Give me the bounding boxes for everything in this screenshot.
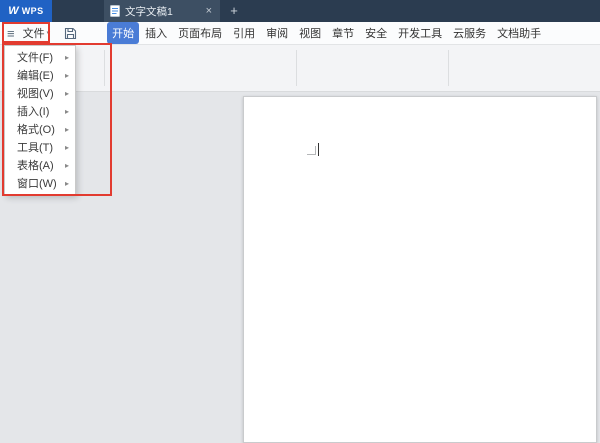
submenu-arrow-icon: ▸ xyxy=(64,52,69,62)
tab-review[interactable]: 审阅 xyxy=(261,22,293,44)
wps-writer-window: W WPS 文字文稿1 × + ≡ 文件 ▾ 开始 插入 页面布局 引用 审阅 … xyxy=(0,0,600,443)
close-tab-icon[interactable]: × xyxy=(204,5,214,17)
menu-item-label: 窗口(W) xyxy=(17,178,57,190)
menubar: ≡ 文件 ▾ 开始 插入 页面布局 引用 审阅 视图 章节 安全 开发工具 云服… xyxy=(0,22,600,45)
wps-home-tab[interactable]: W WPS xyxy=(0,0,52,22)
group-separator xyxy=(448,50,449,86)
ribbon-tab-bar: 开始 插入 页面布局 引用 审阅 视图 章节 安全 开发工具 云服务 文档助手 xyxy=(107,22,546,44)
submenu-arrow-icon: ▸ xyxy=(64,178,69,188)
titlebar: W WPS 文字文稿1 × + xyxy=(0,0,600,22)
tab-view[interactable]: 视图 xyxy=(294,22,326,44)
group-separator xyxy=(104,50,105,86)
submenu-arrow-icon: ▸ xyxy=(64,160,69,170)
submenu-arrow-icon: ▸ xyxy=(64,106,69,116)
text-cursor xyxy=(318,143,319,156)
menu-item-view[interactable]: 视图(V) ▸ xyxy=(5,84,75,102)
save-icon xyxy=(65,27,77,39)
group-separator xyxy=(296,50,297,86)
wps-logo-icon: W xyxy=(8,4,19,17)
tab-cloud-service[interactable]: 云服务 xyxy=(448,22,491,44)
tab-home[interactable]: 开始 xyxy=(107,22,140,44)
menu-item-label: 视图(V) xyxy=(17,88,54,100)
file-menu-button[interactable]: 文件 ▾ xyxy=(23,25,51,41)
menu-item-label: 插入(I) xyxy=(17,106,50,118)
submenu-arrow-icon: ▸ xyxy=(64,70,69,80)
file-menu-label: 文件 xyxy=(22,28,45,40)
hamburger-menu-icon[interactable]: ≡ xyxy=(7,27,15,40)
menu-item-label: 格式(O) xyxy=(17,124,55,136)
menu-item-edit[interactable]: 编辑(E) ▸ xyxy=(5,66,75,84)
document-tab-title: 文字文稿1 xyxy=(125,5,173,18)
submenu-arrow-icon: ▸ xyxy=(64,124,69,134)
tab-section[interactable]: 章节 xyxy=(327,22,359,44)
document-page[interactable] xyxy=(243,96,597,443)
tab-references[interactable]: 引用 xyxy=(228,22,260,44)
save-button[interactable] xyxy=(64,27,77,40)
submenu-arrow-icon: ▸ xyxy=(64,88,69,98)
tab-doc-assistant[interactable]: 文档助手 xyxy=(492,22,546,44)
menu-item-label: 文件(F) xyxy=(17,52,54,64)
new-tab-button[interactable]: + xyxy=(226,3,242,19)
menu-item-tools[interactable]: 工具(T) ▸ xyxy=(5,138,75,156)
file-dropdown-menu: 文件(F) ▸ 编辑(E) ▸ 视图(V) ▸ 插入(I) ▸ 格式(O) ▸ … xyxy=(4,45,76,195)
document-tab[interactable]: 文字文稿1 × xyxy=(104,0,220,22)
margin-corner-mark xyxy=(307,146,316,155)
menu-item-table[interactable]: 表格(A) ▸ xyxy=(5,156,75,174)
menu-item-label: 编辑(E) xyxy=(17,70,54,82)
submenu-arrow-icon: ▸ xyxy=(64,142,69,152)
ribbon: 格式刷 宋体 (正文) ▾ 五号 ▾ A+ A- A× B I U ▾ A x²… xyxy=(0,45,600,134)
chevron-down-icon: ▾ xyxy=(46,30,51,37)
tab-page-layout[interactable]: 页面布局 xyxy=(173,22,227,44)
menu-item-format[interactable]: 格式(O) ▸ xyxy=(5,120,75,138)
tab-security[interactable]: 安全 xyxy=(360,22,392,44)
wps-app-name: WPS xyxy=(21,5,44,16)
document-area xyxy=(0,92,600,443)
tab-dev-tools[interactable]: 开发工具 xyxy=(393,22,447,44)
menu-item-insert[interactable]: 插入(I) ▸ xyxy=(5,102,75,120)
document-icon xyxy=(110,5,120,17)
menu-item-window[interactable]: 窗口(W) ▸ xyxy=(5,174,75,192)
menu-item-label: 表格(A) xyxy=(17,160,54,172)
menu-item-label: 工具(T) xyxy=(17,142,54,154)
menu-item-file[interactable]: 文件(F) ▸ xyxy=(5,48,75,66)
tab-insert[interactable]: 插入 xyxy=(140,22,172,44)
